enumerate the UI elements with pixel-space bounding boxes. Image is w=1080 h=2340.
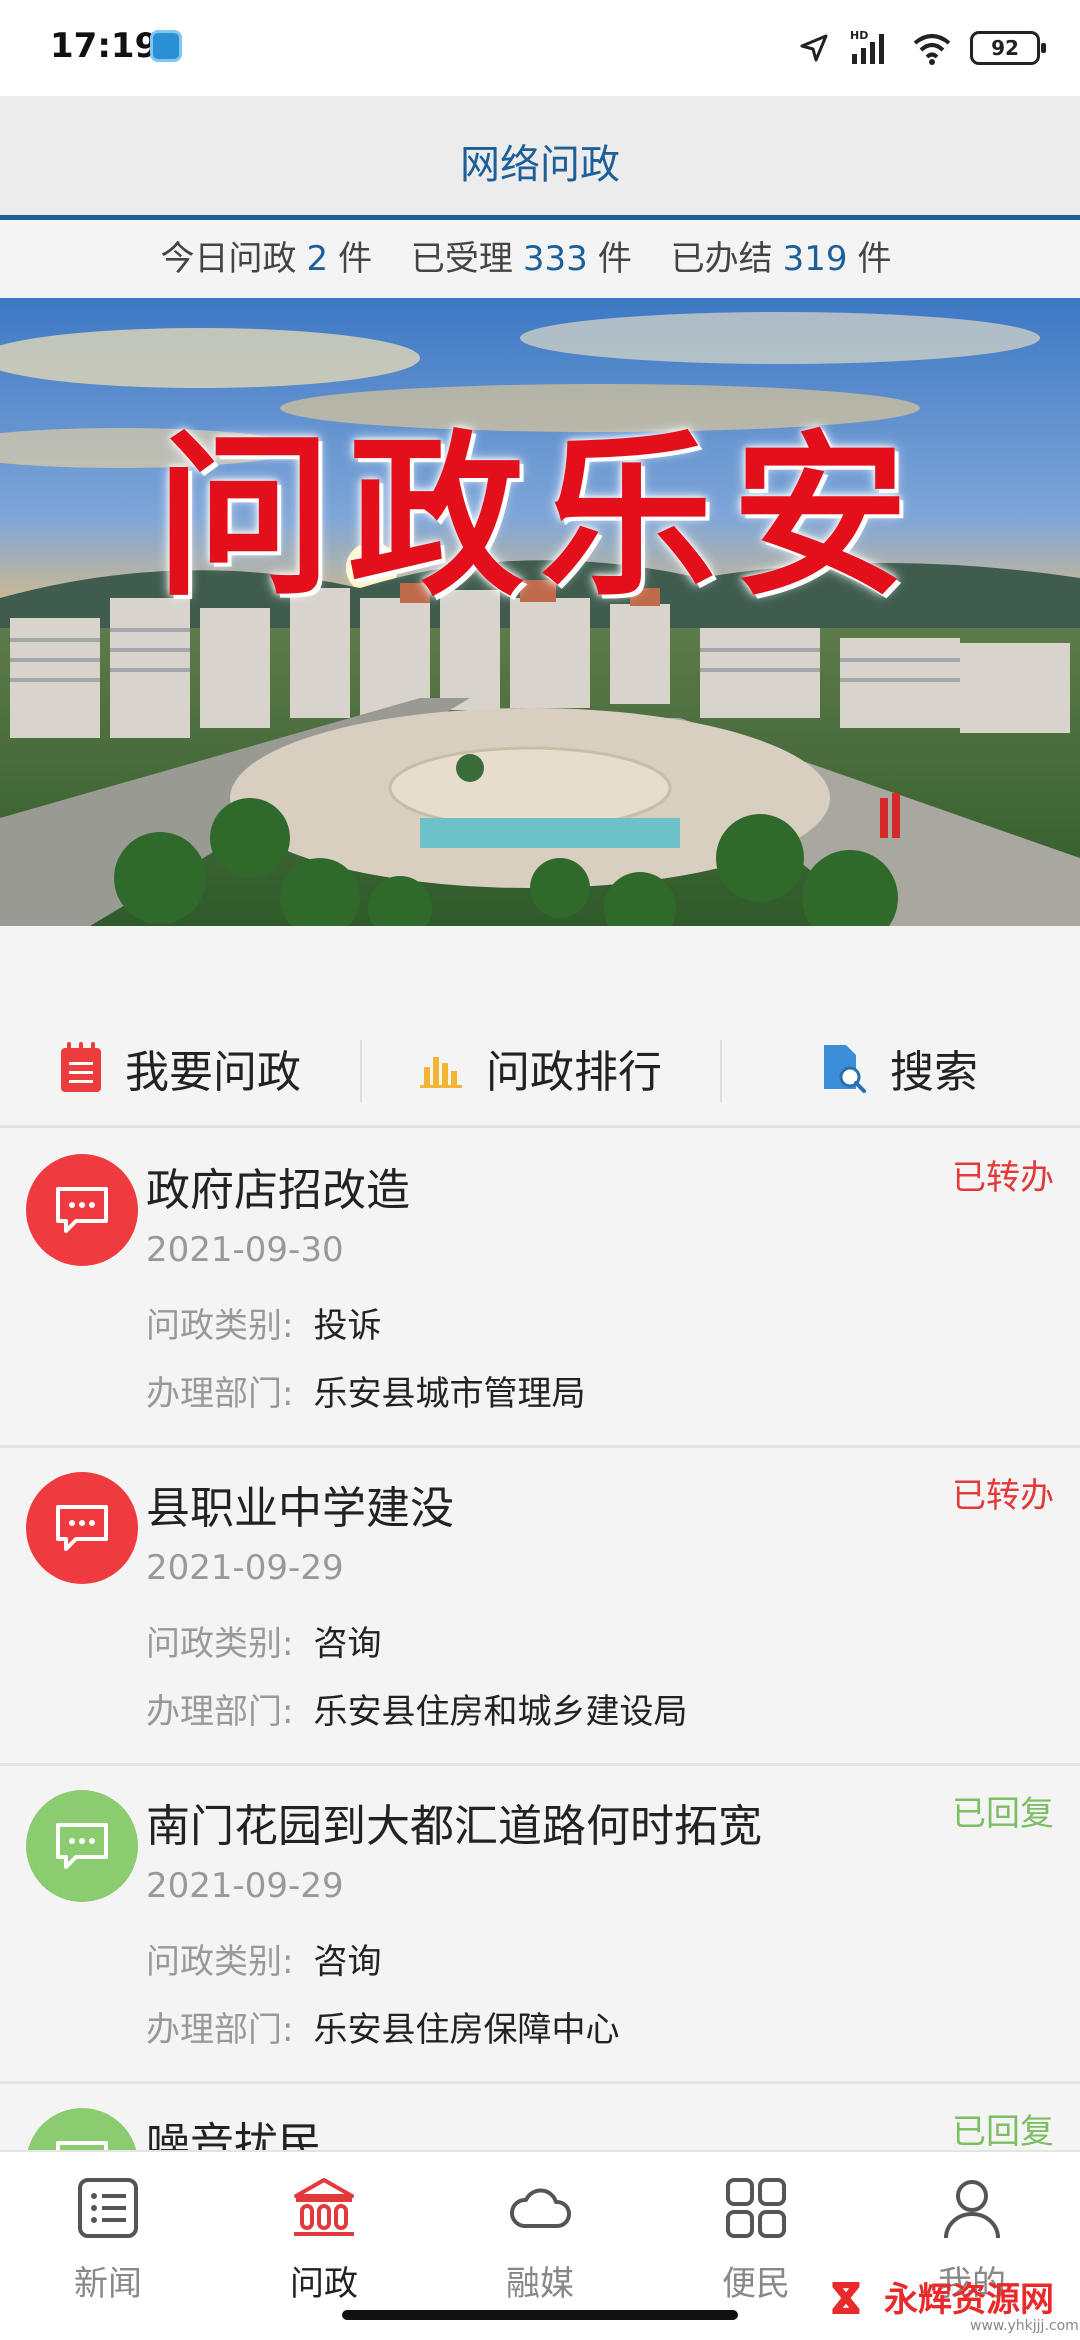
status-badge: 已转办	[952, 1476, 1054, 1516]
department-label: 办理部门:	[146, 2010, 294, 2050]
stats-bar: 今日问政 2 件 已受理 333 件 已办结 319 件	[0, 224, 1080, 298]
status-icons: HD 92	[798, 24, 1046, 72]
department-value: 乐安县住房保障中心	[313, 2010, 620, 2050]
inquiry-ranking-label: 问政排行	[486, 1046, 662, 1098]
tab-media-label: 融媒	[506, 2264, 574, 2304]
category-value: 咨询	[313, 1624, 382, 1664]
department-row: 办理部门: 乐安县住房保障中心	[146, 2002, 619, 2051]
department-value: 乐安县住房和城乡建设局	[313, 1692, 688, 1732]
department-value: 乐安县城市管理局	[313, 1374, 586, 1414]
watermark-text: 永辉资源网	[884, 2280, 1054, 2320]
watermark: ⴵ 永辉资源网 www.yhkjjj.com	[830, 2268, 1079, 2338]
category-row: 问政类别: 咨询	[146, 1616, 381, 1665]
today-count: 2	[306, 239, 329, 279]
cloud-icon	[510, 2188, 571, 2228]
status-badge: 已回复	[952, 1794, 1054, 1834]
accepted-label: 已受理	[410, 239, 513, 279]
category-value: 投诉	[313, 1306, 382, 1346]
category-label: 问政类别:	[146, 1306, 294, 1346]
category-row: 问政类别: 投诉	[146, 1298, 381, 1347]
tab-inquiry-label: 问政	[290, 2264, 358, 2304]
search-doc-icon	[824, 1044, 866, 1093]
news-list-icon	[78, 2178, 138, 2238]
signal-icon: HD	[850, 29, 884, 64]
list-item[interactable]: 政府店招改造 已转办 2021-09-30 问政类别: 投诉 办理部门: 乐安县城市…	[0, 1130, 1080, 1448]
list-item[interactable]: 县职业中学建没 已转办 2021-09-29 问政类别: 咨询 办理部门: 乐安县住…	[0, 1448, 1080, 1766]
battery-indicator: 92	[970, 31, 1046, 65]
department-label: 办理部门:	[146, 1692, 294, 1732]
chat-bubble-icon	[56, 1823, 108, 1869]
message-avatar	[26, 1790, 138, 1902]
action-bar: 我要问政 问政排行 搜索	[0, 1010, 1080, 1128]
item-title: 县职业中学建没	[146, 1483, 454, 1534]
banner-image[interactable]: 问政乐安	[0, 298, 1080, 926]
government-building-icon	[294, 2178, 354, 2236]
inquiry-ranking-button[interactable]: 问政排行	[360, 1010, 720, 1125]
status-bar: 17:19 HD 92	[0, 0, 1080, 96]
submit-inquiry-label: 我要问政	[125, 1046, 301, 1098]
notification-app-icon	[150, 30, 182, 62]
message-avatar	[26, 1154, 138, 1266]
watermark-logo-icon: ⴵ	[830, 2274, 862, 2325]
tab-news[interactable]: 新闻	[0, 2152, 216, 2340]
search-button[interactable]: 搜索	[720, 1010, 1080, 1125]
department-label: 办理部门:	[146, 1374, 294, 1414]
category-label: 问政类别:	[146, 1624, 294, 1664]
submit-inquiry-button[interactable]: 我要问政	[0, 1010, 360, 1125]
grid-icon	[726, 2178, 786, 2238]
item-title: 政府店招改造	[146, 1165, 410, 1216]
page-title: 网络问政	[460, 142, 620, 188]
location-arrow-icon	[800, 34, 828, 62]
category-value: 咨询	[313, 1942, 382, 1982]
done-count: 319	[782, 239, 848, 279]
chat-bubble-icon	[56, 1505, 108, 1551]
department-row: 办理部门: 乐安县城市管理局	[146, 1366, 585, 1415]
category-row: 问政类别: 咨询	[146, 1934, 381, 1983]
home-indicator[interactable]	[342, 2310, 738, 2320]
item-date: 2021-09-29	[146, 1866, 344, 1906]
app-header: 网络问政	[0, 96, 1080, 220]
department-row: 办理部门: 乐安县住房和城乡建设局	[146, 1684, 687, 1733]
item-date: 2021-09-29	[146, 1548, 344, 1588]
item-title: 南门花园到大都汇道路何时拓宽	[146, 1801, 762, 1852]
accepted-unit: 件	[597, 239, 632, 279]
search-label: 搜索	[890, 1046, 978, 1098]
accepted-count: 333	[522, 239, 588, 279]
user-icon	[944, 2180, 1000, 2239]
wifi-icon	[913, 34, 951, 65]
network-type-label: HD	[850, 29, 868, 42]
list-item[interactable]: 南门花园到大都汇道路何时拓宽 已回复 2021-09-29 问政类别: 咨询 办理…	[0, 1766, 1080, 2084]
message-avatar	[26, 1472, 138, 1584]
category-label: 问政类别:	[146, 1942, 294, 1982]
done-label: 已办结	[670, 239, 773, 279]
clipboard-icon	[61, 1041, 101, 1092]
banner-title: 问政乐安	[155, 413, 924, 620]
bar-chart-icon	[420, 1056, 462, 1088]
status-badge: 已回复	[952, 2112, 1054, 2152]
status-time: 17:19	[50, 26, 159, 66]
chat-bubble-icon	[56, 1187, 108, 1233]
item-date: 2021-09-30	[146, 1230, 344, 1270]
today-unit: 件	[338, 239, 373, 279]
today-label: 今日问政	[160, 239, 297, 279]
done-unit: 件	[857, 239, 892, 279]
status-badge: 已转办	[952, 1158, 1054, 1198]
watermark-url: www.yhkjjj.com	[970, 2318, 1079, 2334]
tab-news-label: 新闻	[74, 2264, 142, 2304]
